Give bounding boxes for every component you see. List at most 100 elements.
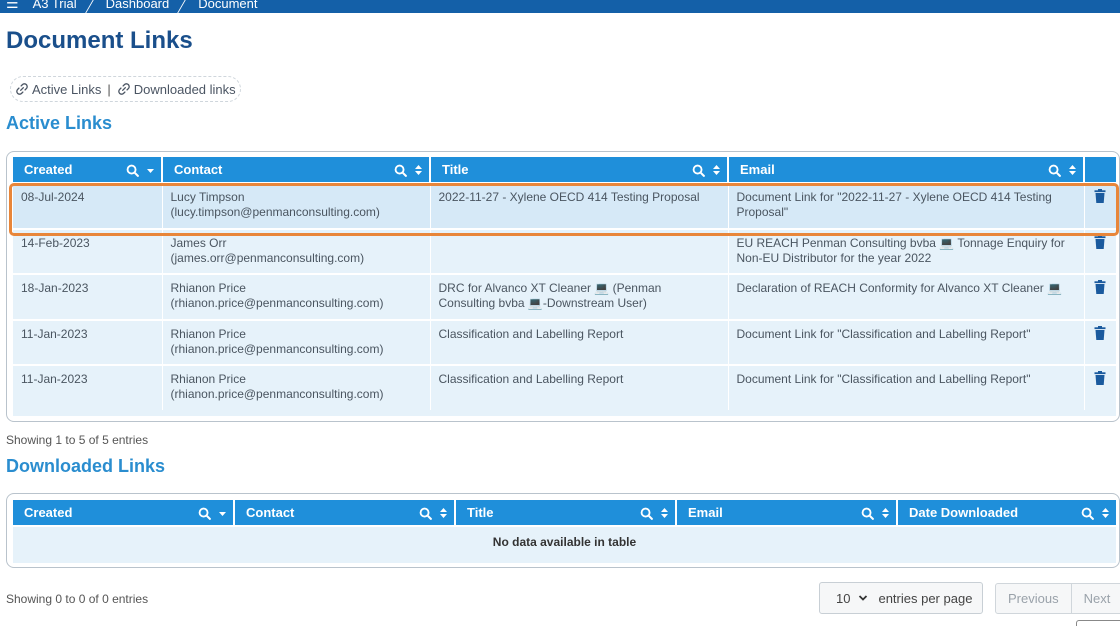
empty-row: No data available in table: [13, 525, 1116, 558]
search-icon[interactable]: [1081, 507, 1094, 520]
page-size-select[interactable]: 10 entries per page: [819, 582, 983, 614]
next-page-button[interactable]: Next: [1070, 584, 1120, 613]
sort-icon[interactable]: [712, 164, 721, 176]
downloaded-links-table-wrapper: Created Contact Title Email Date Downloa…: [13, 500, 1116, 563]
trash-icon[interactable]: [1094, 189, 1106, 203]
column-created-label: Created: [24, 162, 73, 177]
active-links-tab-label: Active Links: [32, 81, 102, 97]
sort-icon[interactable]: [881, 507, 890, 519]
downloaded-links-heading: Downloaded Links: [6, 456, 166, 476]
previous-page-button[interactable]: Previous: [996, 584, 1071, 613]
column-contact[interactable]: Contact: [162, 157, 431, 183]
active-links-table: Created Contact Title Email 08-Jul-2024 …: [13, 157, 1116, 410]
table-row[interactable]: 14-Feb-2023 James Orr (james.orr@penmanc…: [13, 228, 1116, 274]
column-title[interactable]: Title: [455, 500, 677, 526]
column-created-label: Created: [24, 505, 73, 520]
contact-email: (rhianon.price@penmanconsulting.com): [170, 342, 384, 356]
sort-desc-icon[interactable]: [146, 164, 155, 176]
column-title-label: Title: [467, 505, 494, 520]
column-email[interactable]: Email: [676, 500, 898, 526]
contact-email: (rhianon.price@penmanconsulting.com): [170, 296, 384, 310]
sort-desc-icon[interactable]: [218, 507, 227, 519]
page-size-label: entries per page: [878, 590, 973, 606]
cell-contact: Rhianon Price (rhianon.price@penmanconsul…: [162, 273, 431, 320]
cell-created: 11-Jan-2023: [13, 319, 163, 365]
contact-name: James Orr (james.orr@penmanconsulting.co…: [170, 236, 365, 265]
cell-actions: [1084, 364, 1116, 410]
cell-actions: [1084, 228, 1116, 274]
sort-icon[interactable]: [414, 164, 423, 176]
search-icon[interactable]: [419, 507, 432, 520]
sort-icon[interactable]: [1101, 507, 1110, 519]
breadcrumb-item-document: Document: [198, 0, 258, 11]
column-title[interactable]: Title: [430, 157, 729, 183]
table-row[interactable]: 08-Jul-2024 Lucy Timpson (lucy.timpson@pe…: [13, 182, 1116, 229]
cell-actions: [1084, 273, 1116, 320]
search-icon[interactable]: [1048, 164, 1061, 177]
contact-name: Lucy Timpson: [170, 190, 245, 204]
column-contact-label: Contact: [246, 505, 295, 520]
table-header-row: Created Contact Titl: [13, 500, 1116, 526]
active-links-tab[interactable]: Active Links: [15, 82, 101, 97]
search-icon[interactable]: [126, 164, 139, 177]
cell-title: Classification and Labelling Report: [430, 364, 729, 410]
link-icon: [117, 83, 130, 95]
contact-email: (lucy.timpson@penmanconsulting.com): [170, 205, 380, 219]
search-icon[interactable]: [198, 507, 211, 520]
column-date-downloaded[interactable]: Date Downloaded: [897, 500, 1116, 526]
contact-name: Rhianon Price: [170, 327, 246, 341]
table-row[interactable]: 18-Jan-2023 Rhianon Price (rhianon.price@…: [13, 273, 1116, 320]
page-title: Document Links: [6, 27, 193, 54]
breadcrumb-item-trial[interactable]: A3 Trial: [23, 0, 87, 11]
table-header-row: Created Contact Titl: [13, 157, 1116, 183]
contact-name: Rhianon Price: [170, 372, 246, 386]
column-email-label: Email: [688, 505, 723, 520]
trash-icon[interactable]: [1094, 326, 1106, 340]
link-icon: [16, 83, 28, 95]
cell-title: DRC for Alvanco XT Cleaner 💻 (Penman Con…: [430, 273, 729, 320]
active-links-info: Showing 1 to 5 of 5 entries: [6, 433, 149, 447]
cell-title: [430, 228, 729, 274]
column-actions: [1084, 157, 1116, 183]
trash-icon[interactable]: [1094, 280, 1106, 294]
link-tabs: Active Links | Downloaded links: [10, 76, 241, 102]
active-links-table-frame: Created Contact Title Email 08-Jul-2024 …: [6, 151, 1120, 422]
top-bar: ☰ A3 Trial Dashboard Document: [0, 0, 1120, 13]
cell-actions: [1084, 319, 1116, 365]
cell-created: 08-Jul-2024: [13, 182, 163, 229]
downloaded-links-info: Showing 0 to 0 of 0 entries: [6, 592, 149, 606]
column-title-label: Title: [442, 162, 469, 177]
scroll-to-top-button[interactable]: [1076, 620, 1120, 626]
search-icon[interactable]: [394, 164, 407, 177]
empty-table-message: No data available in table: [13, 525, 1116, 558]
column-date-downloaded-label: Date Downloaded: [909, 505, 1019, 520]
downloaded-links-table-frame: Created Contact Title Email Date Downloa…: [6, 493, 1120, 568]
sort-icon[interactable]: [439, 507, 448, 519]
sort-icon[interactable]: [660, 507, 669, 519]
column-contact[interactable]: Contact: [234, 500, 456, 526]
cell-email: Declaration of REACH Conformity for Alva…: [728, 273, 1085, 320]
table-row[interactable]: 11-Jan-2023 Rhianon Price (rhianon.price@…: [13, 364, 1116, 410]
downloaded-links-tab[interactable]: Downloaded links: [117, 82, 236, 97]
column-created[interactable]: Created: [13, 157, 163, 183]
active-links-heading: Active Links: [6, 113, 113, 133]
table-row[interactable]: 11-Jan-2023 Rhianon Price (rhianon.price@…: [13, 319, 1116, 365]
cell-title: 2022-11-27 - Xylene OECD 414 Testing Pro…: [430, 182, 729, 229]
menu-icon[interactable]: ☰: [0, 0, 23, 12]
trash-icon[interactable]: [1094, 235, 1106, 249]
breadcrumb-item-dashboard[interactable]: Dashboard: [96, 0, 180, 11]
search-icon[interactable]: [640, 507, 653, 520]
trash-icon[interactable]: [1094, 371, 1106, 385]
cell-actions: [1084, 182, 1116, 229]
downloaded-links-table: Created Contact Title Email Date Downloa…: [13, 500, 1116, 558]
contact-name: Rhianon Price: [170, 281, 246, 295]
cell-contact: Lucy Timpson (lucy.timpson@penmanconsulti…: [162, 182, 431, 229]
column-created[interactable]: Created: [13, 500, 235, 526]
search-icon[interactable]: [861, 507, 874, 520]
search-icon[interactable]: [692, 164, 705, 177]
page-size-value: 10: [836, 590, 851, 606]
cell-contact: Rhianon Price (rhianon.price@penmanconsul…: [162, 364, 431, 410]
column-email[interactable]: Email: [728, 157, 1085, 183]
cell-created: 18-Jan-2023: [13, 273, 163, 320]
sort-icon[interactable]: [1068, 164, 1077, 176]
